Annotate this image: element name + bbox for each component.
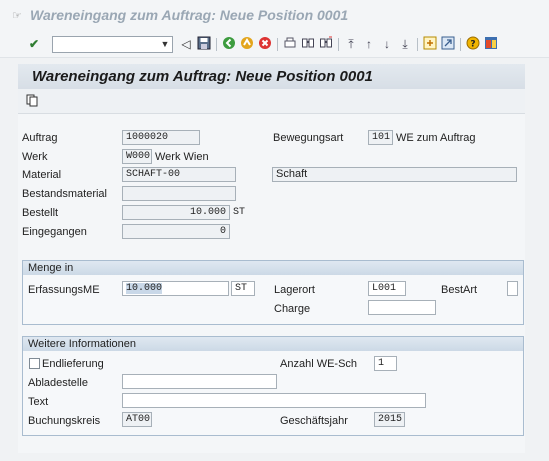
enter-icon[interactable]: ✔ [26, 36, 42, 52]
find-icon[interactable] [300, 36, 316, 52]
screen-header: Wareneingang zum Auftrag: Neue Position … [18, 64, 525, 89]
auftrag-field[interactable]: 1000020 [122, 130, 200, 145]
command-dropdown-icon[interactable]: ▼ [157, 36, 173, 53]
screen-menu-icon[interactable]: ☞ [12, 10, 24, 22]
save-icon[interactable] [196, 36, 212, 52]
material-field[interactable]: SCHAFT-00 [122, 167, 236, 182]
material-text-field: Schaft [272, 167, 517, 182]
anzahl-we-sch-label: Anzahl WE-Sch [280, 358, 358, 370]
bestellt-label: Bestellt [22, 207, 59, 219]
last-page-icon[interactable]: ⤓ [397, 36, 413, 52]
window-titlebar: ☞ Wareneingang zum Auftrag: Neue Positio… [0, 0, 549, 32]
new-session-icon[interactable] [422, 36, 438, 52]
shortcut-icon[interactable] [440, 36, 456, 52]
charge-field[interactable] [368, 300, 436, 315]
geschaeftsjahr-field: 2015 [374, 412, 405, 427]
erfassungsme-field[interactable]: 10.000 [122, 281, 229, 296]
back-arrow-icon[interactable]: ◁ [178, 36, 194, 52]
exit-icon[interactable] [239, 36, 255, 52]
werk-label: Werk [22, 151, 48, 163]
page-title: Wareneingang zum Auftrag: Neue Position … [32, 68, 373, 85]
previous-page-icon[interactable]: ↑ [361, 36, 377, 52]
geschaeftsjahr-label: Geschäftsjahr [280, 415, 348, 427]
werk-text: Werk Wien [155, 151, 209, 163]
buchungskreis-field: AT00 [122, 412, 152, 427]
first-page-icon[interactable]: ⤒ [343, 36, 359, 52]
bewegungsart-field[interactable]: 101 [368, 130, 393, 145]
application-toolbar [18, 89, 525, 114]
print-icon[interactable] [282, 36, 298, 52]
bewegungsart-text: WE zum Auftrag [396, 132, 476, 144]
buchungskreis-label: Buchungskreis [28, 415, 101, 427]
svg-text:?: ? [470, 40, 475, 50]
help-icon[interactable]: ? [465, 36, 481, 52]
lagerort-field[interactable]: L001 [368, 281, 406, 296]
find-next-icon[interactable] [318, 36, 334, 52]
menge-group-title: Menge in [23, 261, 523, 275]
next-page-icon[interactable]: ↓ [379, 36, 395, 52]
abladestelle-label: Abladestelle [28, 377, 88, 389]
bestart-field[interactable] [507, 281, 518, 296]
cancel-icon[interactable] [257, 36, 273, 52]
bewegungsart-label: Bewegungsart [273, 132, 344, 144]
standard-toolbar: ✔ ▼ ◁ ⤒ ↑ ↓ ⤓ ? [0, 32, 549, 58]
bestart-label: BestArt [441, 284, 478, 296]
command-field[interactable] [52, 36, 173, 53]
bestellt-unit: ST [233, 207, 246, 218]
anzahl-we-sch-field[interactable]: 1 [374, 356, 397, 371]
text-field[interactable] [122, 393, 426, 408]
charge-label: Charge [274, 303, 311, 315]
bestandsmaterial-field[interactable] [122, 186, 236, 201]
auftrag-label: Auftrag [22, 132, 58, 144]
eingegangen-label: Eingegangen [22, 226, 87, 238]
copy-icon[interactable] [26, 94, 39, 110]
text-label: Text [28, 396, 49, 408]
abladestelle-field[interactable] [122, 374, 277, 389]
eingegangen-field: 0 [122, 224, 230, 239]
lagerort-label: Lagerort [274, 284, 315, 296]
weitere-group-title: Weitere Informationen [23, 337, 523, 351]
window-title: Wareneingang zum Auftrag: Neue Position … [30, 7, 349, 23]
material-label: Material [22, 169, 62, 181]
bestellt-field: 10.000 [122, 205, 230, 220]
endlieferung-label: Endlieferung [42, 358, 104, 370]
erfassungsme-label: ErfassungsME [28, 284, 100, 296]
werk-field[interactable]: W000 [122, 149, 152, 164]
erfassungsme-unit-field[interactable]: ST [231, 281, 255, 296]
bestandsmaterial-label: Bestandsmaterial [22, 188, 107, 200]
back-icon[interactable] [221, 36, 237, 52]
layout-menu-icon[interactable] [483, 36, 499, 52]
endlieferung-checkbox[interactable] [29, 358, 40, 369]
